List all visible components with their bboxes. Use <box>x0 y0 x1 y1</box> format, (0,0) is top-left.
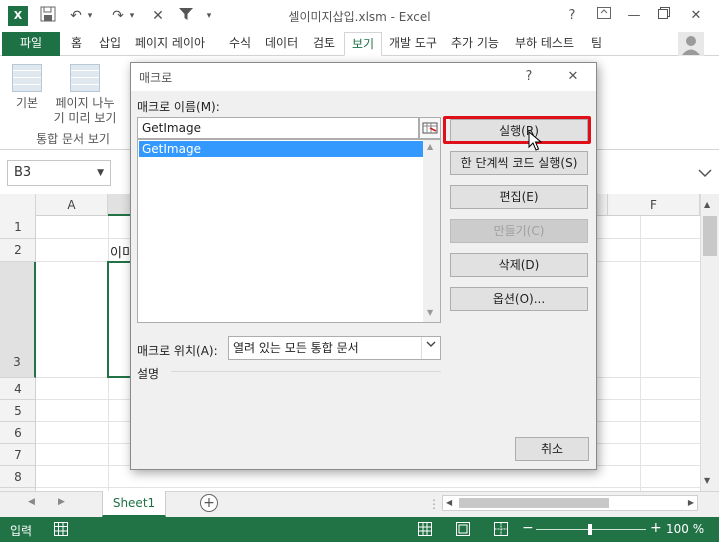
dialog-title: 매크로 <box>139 71 173 85</box>
restore-icon[interactable] <box>650 4 678 28</box>
normal-view-icon[interactable] <box>12 64 42 92</box>
zoom-out-icon[interactable]: − <box>522 520 534 536</box>
macro-list[interactable]: GetImage ▲ ▼ <box>137 139 441 323</box>
ribbon-tabs: 파일 홈 삽입 페이지 레이아 수식 데이터 검토 보기 개발 도구 추가 기능… <box>0 32 719 56</box>
tab-team[interactable]: 팀 <box>584 32 609 56</box>
row-header-8[interactable]: 8 <box>0 466 36 488</box>
tab-add-ins[interactable]: 추가 기능 <box>444 32 506 56</box>
zoom-in-icon[interactable]: + <box>650 520 662 536</box>
new-sheet-icon[interactable]: + <box>200 494 218 512</box>
help-icon[interactable]: ? <box>558 4 586 28</box>
tab-formulas[interactable]: 수식 <box>222 32 258 56</box>
row-header-1[interactable]: 1 <box>0 216 36 239</box>
status-bar: 입력 − + 100 % <box>0 517 719 542</box>
vertical-scrollbar[interactable]: ▲ ▼ <box>700 194 719 491</box>
expand-formula-bar-icon[interactable] <box>698 166 714 182</box>
row-header-6[interactable]: 6 <box>0 422 36 444</box>
normal-view-status-icon[interactable] <box>418 522 432 536</box>
scroll-right-icon[interactable]: ▶ <box>688 498 694 507</box>
macro-dialog: 매크로 ? ✕ 매크로 이름(M): GetImage GetImage ▲ ▼… <box>130 62 597 470</box>
row-header-3[interactable]: 3 <box>0 262 36 378</box>
tab-view[interactable]: 보기 <box>344 32 383 56</box>
page-layout-status-icon[interactable] <box>456 522 470 536</box>
macro-location-select[interactable]: 열려 있는 모든 통합 문서 <box>228 336 441 360</box>
user-avatar-icon[interactable] <box>678 32 704 56</box>
minimize-icon[interactable]: — <box>620 4 648 28</box>
zoom-level[interactable]: 100 % <box>666 522 704 536</box>
collapse-dialog-icon[interactable] <box>419 117 441 139</box>
row-headers: 1 2 3 4 5 6 7 8 <box>0 216 36 491</box>
dialog-help-icon[interactable]: ? <box>517 67 541 87</box>
zoom-slider-thumb[interactable] <box>588 524 592 535</box>
row-header-7[interactable]: 7 <box>0 444 36 466</box>
name-box[interactable]: B3 ▼ <box>7 160 111 186</box>
macro-name-label: 매크로 이름(M): <box>137 100 220 114</box>
row-header-4[interactable]: 4 <box>0 378 36 400</box>
row-header-2[interactable]: 2 <box>0 239 36 262</box>
sheet-tab-sheet1[interactable]: Sheet1 <box>102 491 166 517</box>
dialog-close-icon[interactable]: ✕ <box>561 67 585 87</box>
description-separator <box>171 371 441 372</box>
gridline <box>640 216 641 491</box>
macro-list-scrollbar[interactable]: ▲ ▼ <box>423 140 440 322</box>
tab-file[interactable]: 파일 <box>2 32 60 56</box>
mouse-cursor-icon <box>528 130 543 151</box>
next-sheet-icon[interactable]: ▶ <box>58 497 65 507</box>
page-break-preview-label[interactable]: 페이지 나누 기 미리 보기 <box>48 96 122 126</box>
page-break-preview-icon[interactable] <box>70 64 100 92</box>
tab-split-handle-icon[interactable]: ⋮ <box>428 497 440 511</box>
page-break-status-icon[interactable] <box>494 522 508 536</box>
edit-button[interactable]: 편집(E) <box>450 185 588 209</box>
tab-data[interactable]: 데이터 <box>258 32 305 56</box>
tab-page-layout[interactable]: 페이지 레이아 <box>128 32 212 56</box>
window-close-icon[interactable]: ✕ <box>682 4 710 28</box>
step-into-button[interactable]: 한 단계씩 코드 실행(S) <box>450 151 588 175</box>
name-box-value: B3 <box>14 165 32 180</box>
dialog-title-bar: 매크로 ? ✕ <box>131 63 596 91</box>
tab-insert[interactable]: 삽입 <box>92 32 128 56</box>
tab-home[interactable]: 홈 <box>64 32 89 56</box>
delete-button[interactable]: 삭제(D) <box>450 253 588 277</box>
list-item[interactable]: GetImage <box>139 141 423 157</box>
scroll-left-icon[interactable]: ◀ <box>446 498 452 507</box>
column-header-a[interactable]: A <box>36 194 108 216</box>
tab-review[interactable]: 검토 <box>306 32 342 56</box>
row-header-5[interactable]: 5 <box>0 400 36 422</box>
macro-location-dropdown-icon[interactable] <box>421 337 440 359</box>
status-mode: 입력 <box>10 524 33 538</box>
options-button[interactable]: 옵션(O)... <box>450 287 588 311</box>
horizontal-scrollbar[interactable]: ◀ ▶ <box>442 495 698 511</box>
vertical-scroll-thumb[interactable] <box>703 216 717 256</box>
select-all-corner[interactable] <box>0 194 36 216</box>
list-scroll-down-icon[interactable]: ▼ <box>427 308 433 317</box>
tab-developer[interactable]: 개발 도구 <box>382 32 444 56</box>
run-button-highlight <box>443 116 591 144</box>
scroll-up-icon[interactable]: ▲ <box>704 200 710 209</box>
column-header-f[interactable]: F <box>608 194 700 216</box>
tab-load-test[interactable]: 부하 테스트 <box>508 32 581 56</box>
gridline <box>36 487 700 488</box>
macro-location-label: 매크로 위치(A): <box>137 344 218 358</box>
ribbon-display-icon[interactable] <box>590 4 618 28</box>
cancel-button[interactable]: 취소 <box>515 437 589 461</box>
description-label: 설명 <box>137 367 160 381</box>
name-box-dropdown-icon[interactable]: ▼ <box>97 161 104 185</box>
horizontal-scroll-thumb[interactable] <box>459 498 609 508</box>
scroll-down-icon[interactable]: ▼ <box>704 476 710 485</box>
create-button[interactable]: 만들기(C) <box>450 219 588 243</box>
macro-name-input[interactable]: GetImage <box>137 117 419 139</box>
list-scroll-up-icon[interactable]: ▲ <box>427 142 433 151</box>
macro-record-icon[interactable] <box>54 522 68 536</box>
normal-view-label[interactable]: 기본 <box>8 96 46 111</box>
prev-sheet-icon[interactable]: ◀ <box>28 497 35 507</box>
workbook-views-group-label: 통합 문서 보기 <box>36 132 110 146</box>
